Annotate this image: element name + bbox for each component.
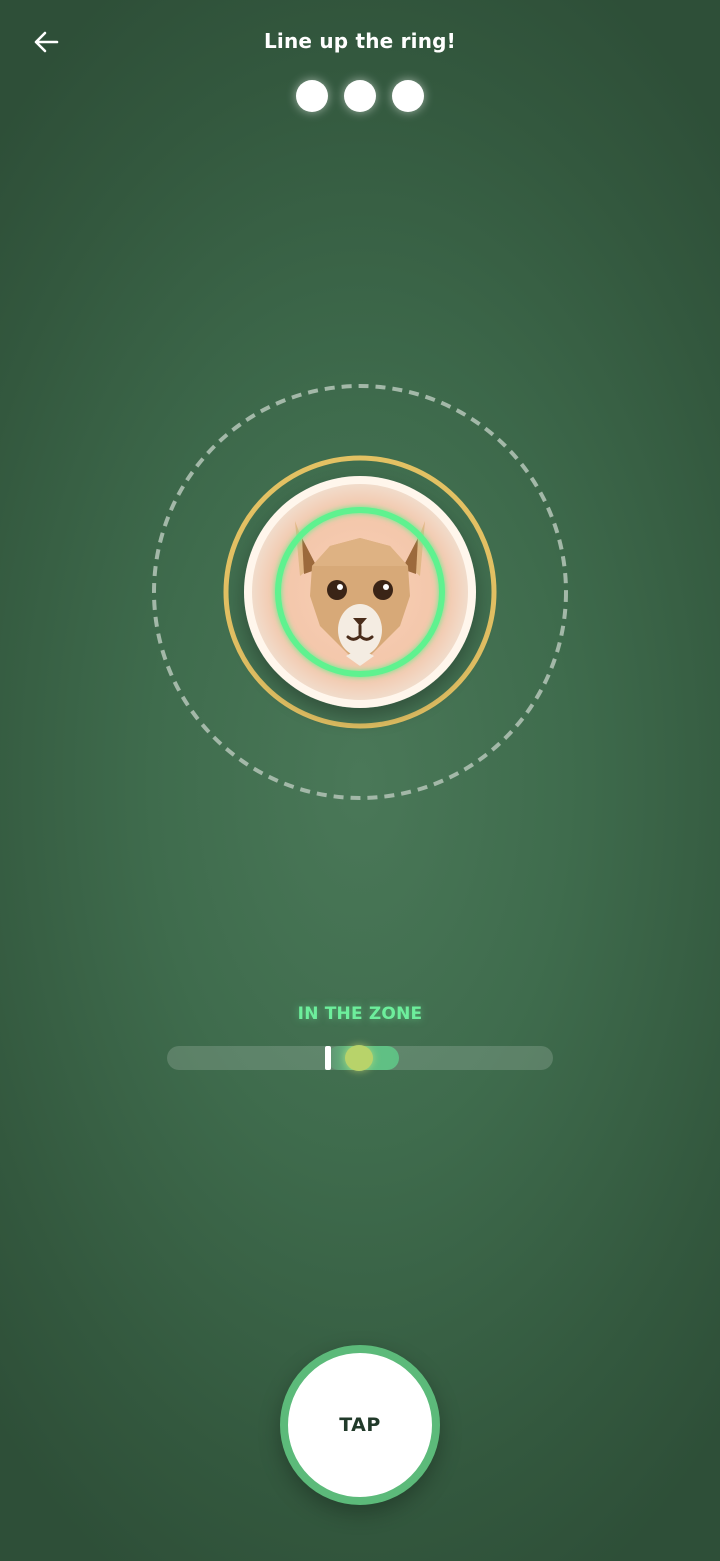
page-title: Line up the ring! xyxy=(263,29,456,53)
header: Line up the ring! xyxy=(0,0,720,84)
timing-meter xyxy=(167,1045,553,1071)
meter-needle xyxy=(325,1046,331,1070)
progress-dot xyxy=(344,80,376,112)
zone-status-label: IN THE ZONE xyxy=(297,1004,423,1024)
progress-dot xyxy=(392,80,424,112)
tap-button[interactable]: TAP xyxy=(280,1345,440,1505)
progress-dot xyxy=(296,80,328,112)
target-stage[interactable] xyxy=(150,382,570,802)
tap-button-label: TAP xyxy=(339,1414,381,1436)
progress-dots xyxy=(296,80,426,114)
meter-sweet-spot xyxy=(345,1045,373,1071)
